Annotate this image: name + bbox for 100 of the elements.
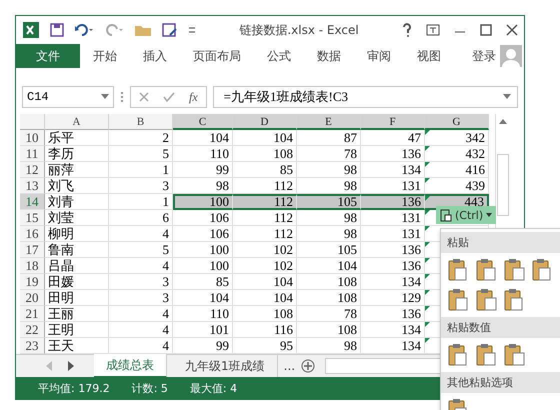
paste-option-icon[interactable] [475,343,497,367]
paste-option-icon[interactable] [503,258,525,282]
paste-option-icon[interactable] [475,258,497,282]
menu-section-header: 其他粘贴选项 [441,372,560,393]
ribbon-display-icon[interactable] [426,24,440,36]
row-header[interactable]: 16 [20,226,45,242]
paste-option-icon[interactable] [475,288,497,312]
row-header[interactable]: 17 [20,242,45,258]
row-header[interactable]: 13 [20,178,45,194]
table-cell: 104 [173,290,233,306]
file-tab[interactable]: 文件 [16,44,80,68]
row-header[interactable]: 21 [20,306,45,322]
add-sheet-icon[interactable] [301,359,316,373]
table-cell: 131 [361,226,425,242]
expand-caret-icon[interactable] [503,94,511,100]
paste-option-icon[interactable] [531,258,553,282]
close-icon[interactable] [506,24,518,36]
table-cell: 2 [109,130,173,146]
row-header[interactable]: 22 [20,322,45,338]
row-header[interactable]: 11 [20,146,45,162]
table-cell: 98 [297,226,361,242]
next-sheet-icon[interactable] [68,361,74,371]
table-cell: 432 [425,146,489,162]
table-cell: 105 [297,242,361,258]
row-header[interactable]: 18 [20,258,45,274]
column-header[interactable]: B [109,114,173,130]
row-header[interactable]: 12 [20,162,45,178]
table-cell: 1 [109,162,173,178]
table-cell: 吕晶 [45,258,109,274]
insert-function-button[interactable]: fx [189,90,198,104]
table-cell: 99 [173,162,233,178]
row-header[interactable]: 15 [20,210,45,226]
paste-option-icon[interactable] [447,343,469,367]
table-cell: 112 [233,226,297,242]
table-cell: 116 [233,322,297,338]
maximize-icon[interactable] [480,24,492,36]
table-cell: 104 [233,274,297,290]
sheet-tab[interactable]: 成绩总表 [94,354,167,378]
column-header[interactable]: F [361,114,425,130]
table-cell: 108 [233,306,297,322]
ribbon-tab[interactable]: 数据 [304,44,354,68]
table-cell: 王丽 [45,306,109,322]
ribbon-tab[interactable]: 插入 [130,44,180,68]
table-cell: 105 [297,194,361,210]
table-cell: 104 [173,130,233,146]
table-cell: 134 [361,162,425,178]
save-as-icon[interactable] [162,23,178,37]
table-cell: 136 [361,306,425,322]
column-header[interactable]: A [45,114,109,130]
paste-option-icon[interactable] [447,288,469,312]
column-header[interactable]: G [425,114,489,130]
ribbon-tab[interactable]: 公式 [254,44,304,68]
table-cell: 136 [361,194,425,210]
table-cell: 134 [361,274,425,290]
table-cell: 112 [233,194,297,210]
table-cell: 鲁南 [45,242,109,258]
ribbon-tab[interactable]: 审阅 [354,44,404,68]
column-header[interactable]: D [233,114,297,130]
help-icon[interactable] [402,23,412,37]
table-cell: 刘飞 [45,178,109,194]
row-header[interactable]: 23 [20,338,45,354]
paste-option-icon[interactable] [447,258,469,282]
check-icon[interactable] [163,92,175,102]
table-cell: 104 [233,130,297,146]
table-cell: 110 [173,306,233,322]
ribbon-tab[interactable]: 视图 [404,44,454,68]
table-cell: 4 [109,258,173,274]
column-header[interactable]: C [173,114,233,130]
table-cell: 106 [173,226,233,242]
table-cell: 416 [425,162,489,178]
table-cell: 106 [173,210,233,226]
table-cell: 98 [297,210,361,226]
ribbon-tab[interactable]: 页面布局 [180,44,254,68]
table-cell: 112 [233,210,297,226]
table-cell: 78 [297,146,361,162]
ribbon-tab[interactable]: 开始 [80,44,130,68]
row-header[interactable]: 14 [20,194,45,210]
table-cell: 136 [361,258,425,274]
table-cell: 4 [109,306,173,322]
table-cell: 108 [297,290,361,306]
undo-icon[interactable] [74,23,94,37]
table-cell: 5 [109,146,173,162]
customize-icon[interactable] [188,25,196,35]
table-cell: 136 [361,242,425,258]
row-header[interactable]: 20 [20,290,45,306]
paste-option-icon[interactable] [503,343,525,367]
table-cell: 102 [233,242,297,258]
table-cell: 101 [173,322,233,338]
more-sheets-button[interactable]: ... [284,359,296,373]
login-link[interactable]: 登录 [472,48,500,64]
table-cell: 100 [173,242,233,258]
row-header[interactable]: 19 [20,274,45,290]
formula-field[interactable]: =九年级1班成绩表!C3 [212,86,518,108]
scroll-up-icon[interactable] [499,118,507,124]
paste-options-button[interactable]: (Ctrl) [436,206,496,224]
name-box[interactable]: C14 [22,86,114,108]
row-header[interactable]: 10 [20,130,45,146]
save-icon[interactable] [50,23,64,37]
paste-option-icon[interactable] [503,288,525,312]
column-header[interactable]: E [297,114,361,130]
